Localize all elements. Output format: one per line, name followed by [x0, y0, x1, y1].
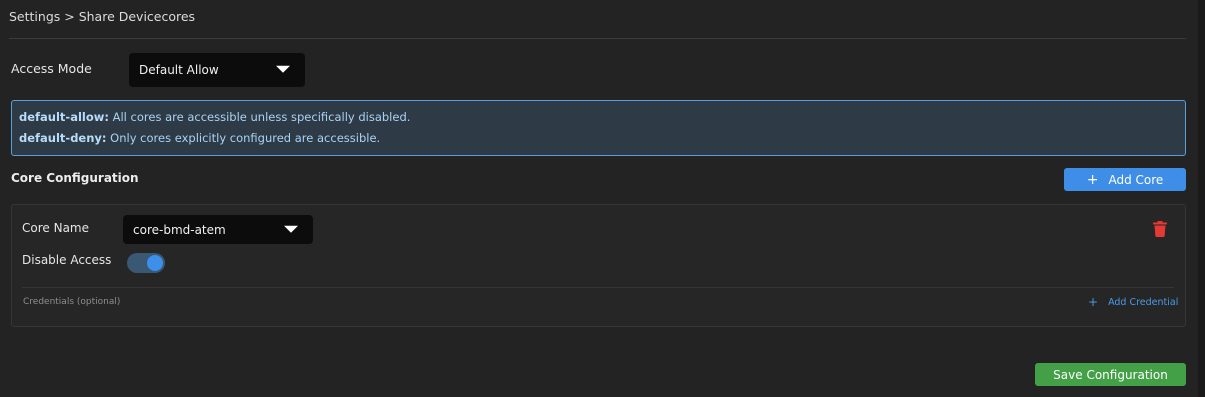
add-credential-button[interactable]: + Add Credential — [1088, 295, 1178, 309]
info-allow-text: All cores are accessible unless specific… — [108, 110, 411, 124]
info-line-deny: default-deny: Only cores explicitly conf… — [19, 131, 380, 145]
add-core-button[interactable]: + Add Core — [1064, 168, 1186, 191]
header-divider — [9, 38, 1186, 39]
access-mode-label: Access Mode — [11, 61, 92, 76]
add-credential-label: Add Credential — [1108, 296, 1179, 308]
info-deny-text: Only cores explicitly configured are acc… — [106, 131, 381, 145]
breadcrumb: Settings > Share Devicecores — [9, 9, 196, 24]
caret-down-icon — [284, 225, 298, 233]
toggle-knob — [147, 255, 163, 271]
trash-icon[interactable] — [1153, 221, 1167, 237]
plus-icon: + — [1088, 295, 1099, 309]
core-name-value: core-bmd-atem — [133, 222, 226, 237]
plus-icon: + — [1086, 171, 1099, 188]
core-name-select[interactable]: core-bmd-atem — [123, 215, 313, 244]
access-mode-value: Default Allow — [139, 63, 219, 77]
disable-access-toggle[interactable] — [127, 253, 165, 273]
core-name-label: Core Name — [22, 221, 89, 235]
disable-access-label: Disable Access — [22, 253, 112, 267]
scroll-gutter — [1198, 0, 1205, 397]
core-card: Core Name core-bmd-atem Disable Access C… — [11, 204, 1186, 327]
info-deny-term: default-deny: — [19, 131, 107, 145]
card-divider — [22, 287, 1174, 288]
caret-down-icon — [276, 65, 290, 73]
settings-panel: Settings > Share Devicecores Access Mode… — [0, 0, 1198, 397]
credentials-label: Credentials (optional) — [23, 297, 121, 307]
access-mode-select[interactable]: Default Allow — [129, 53, 305, 87]
access-mode-info-box: default-allow: All cores are accessible … — [11, 100, 1186, 156]
add-core-label: Add Core — [1108, 172, 1164, 187]
info-line-allow: default-allow: All cores are accessible … — [19, 110, 410, 124]
save-configuration-button[interactable]: Save Configuration — [1035, 363, 1186, 386]
core-configuration-title: Core Configuration — [11, 171, 139, 185]
info-allow-term: default-allow: — [19, 110, 109, 124]
